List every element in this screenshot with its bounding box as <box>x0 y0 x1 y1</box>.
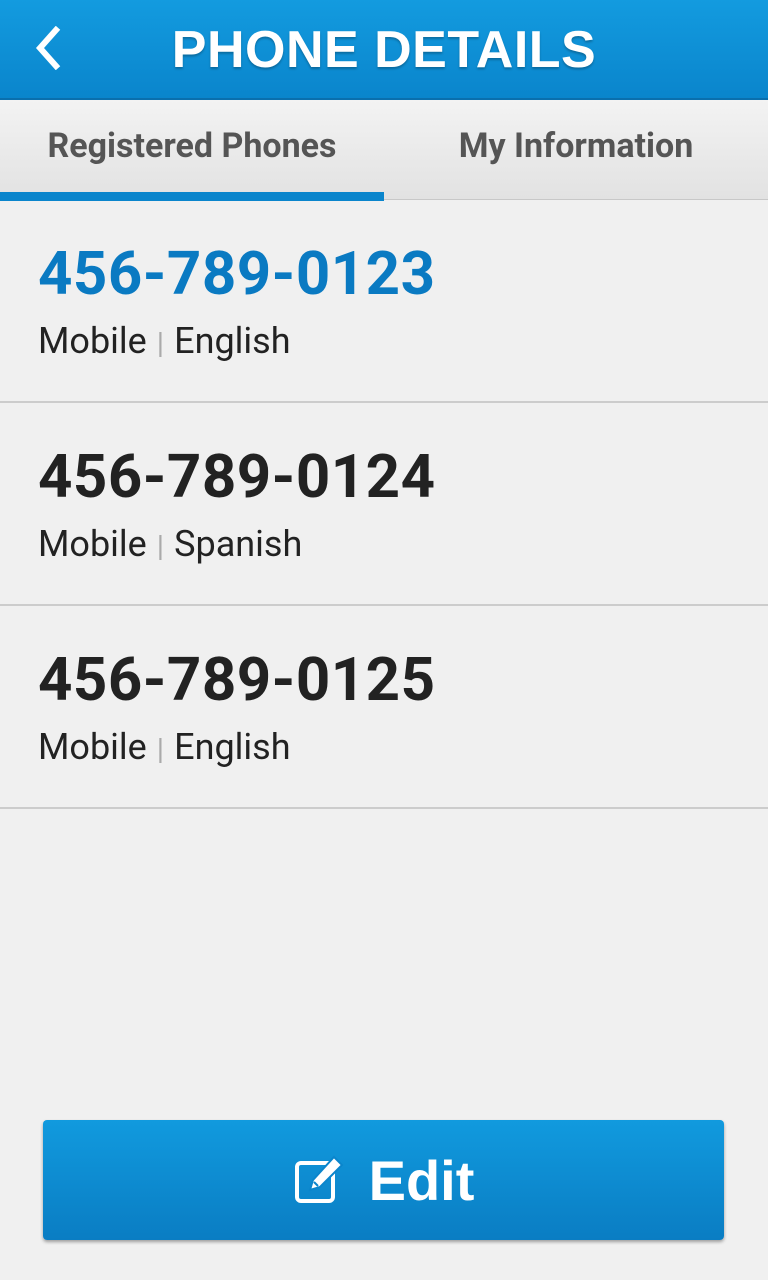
phone-number: 456-789-0125 <box>38 644 436 715</box>
tab-registered-phones[interactable]: Registered Phones <box>0 100 384 201</box>
phone-language: English <box>174 320 291 362</box>
edit-button-label: Edit <box>368 1148 475 1212</box>
phone-type: Mobile <box>38 320 147 362</box>
edit-button[interactable]: Edit <box>43 1120 724 1240</box>
separator: | <box>156 326 165 361</box>
phone-list-item[interactable]: 456-789-0125 Mobile | English <box>0 606 768 809</box>
phone-language: Spanish <box>174 523 303 565</box>
phone-details: Mobile | English <box>38 726 291 768</box>
phone-details: Mobile | English <box>38 320 291 362</box>
tab-my-information[interactable]: My Information <box>384 100 768 200</box>
phone-list-item[interactable]: 456-789-0123 Mobile | English <box>0 200 768 403</box>
tab-bar: Registered Phones My Information <box>0 100 768 201</box>
app-header: PHONE DETAILS <box>0 0 768 100</box>
phone-type: Mobile <box>38 726 147 768</box>
phone-list: 456-789-0123 Mobile | English 456-789-0124… <box>0 200 768 809</box>
separator: | <box>156 732 165 767</box>
phone-list-item[interactable]: 456-789-0124 Mobile | Spanish <box>0 403 768 606</box>
phone-number: 456-789-0123 <box>38 238 436 309</box>
page-title: PHONE DETAILS <box>171 21 597 79</box>
phone-language: English <box>174 726 291 768</box>
separator: | <box>156 529 165 564</box>
phone-type: Mobile <box>38 523 147 565</box>
edit-pencil-icon <box>293 1154 345 1206</box>
phone-number: 456-789-0124 <box>38 441 436 512</box>
phone-details: Mobile | Spanish <box>38 523 302 565</box>
